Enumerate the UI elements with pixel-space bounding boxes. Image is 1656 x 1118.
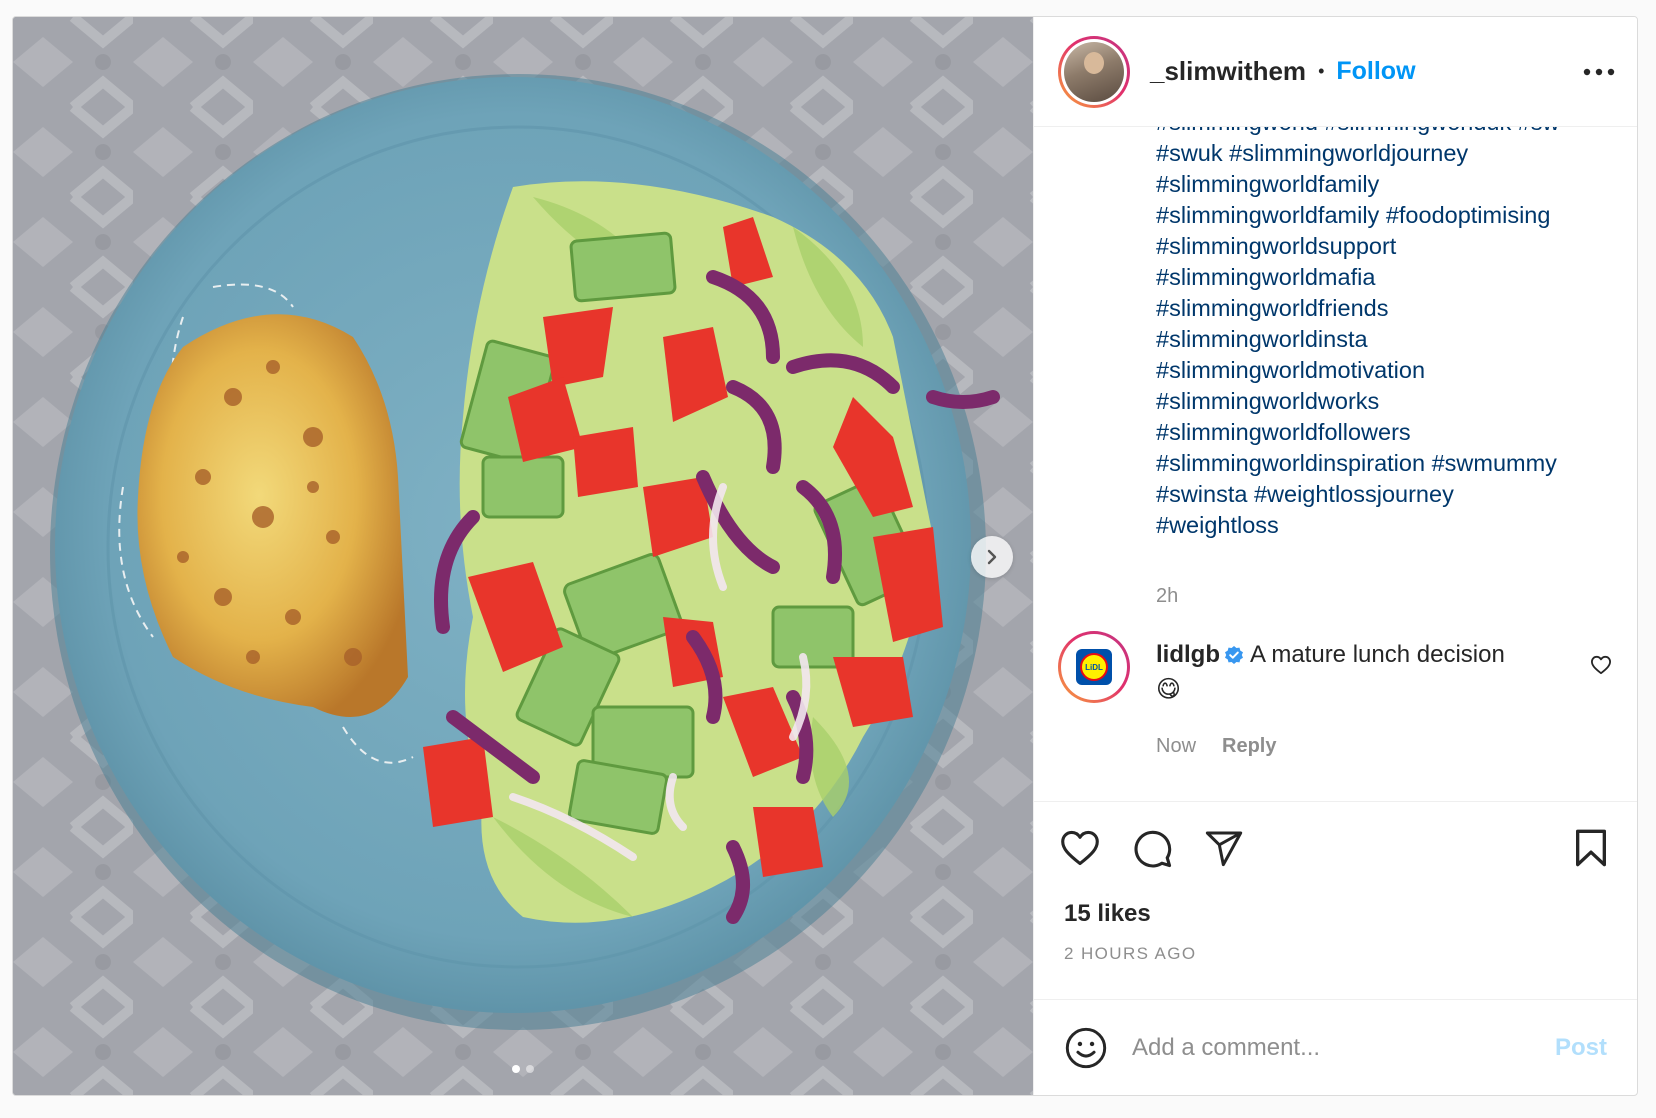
post-photo xyxy=(13,17,1033,1095)
post-side-panel: _slimwithem • Follow #slimmingworld #sli… xyxy=(1033,17,1637,1095)
hashtag-line[interactable]: #slimmingworldfamily xyxy=(1156,169,1626,200)
comment-meta: Now Reply xyxy=(1156,735,1276,758)
next-slide-button[interactable] xyxy=(971,536,1013,578)
likes-count[interactable]: 15 likes xyxy=(1064,900,1151,928)
reply-button[interactable]: Reply xyxy=(1222,735,1276,758)
more-options-button[interactable] xyxy=(1583,63,1615,81)
emoji-picker-button[interactable] xyxy=(1064,1026,1108,1070)
post-media[interactable] xyxy=(13,17,1033,1095)
hashtag-line[interactable]: #swuk #slimmingworldjourney xyxy=(1156,138,1626,169)
save-button[interactable] xyxy=(1565,822,1617,874)
smiley-face-icon xyxy=(1065,1027,1107,1068)
instagram-post: _slimwithem • Follow #slimmingworld #sli… xyxy=(12,16,1638,1096)
author-avatar[interactable] xyxy=(1058,35,1130,108)
carousel-dot xyxy=(526,1065,534,1073)
comment-input[interactable] xyxy=(1132,1033,1555,1062)
hashtag-line[interactable]: #slimmingworldinsta xyxy=(1156,324,1626,355)
post-comment-button[interactable]: Post xyxy=(1555,1034,1607,1062)
hashtag-line[interactable]: #slimmingworldmotivation xyxy=(1156,355,1626,386)
post-header: _slimwithem • Follow xyxy=(1034,17,1637,127)
hashtag-line[interactable]: #slimmingworldfollowers xyxy=(1156,417,1626,448)
comment-emoji: 😋 xyxy=(1156,676,1182,703)
header-separator: • xyxy=(1318,61,1325,81)
post-caption: #slimmingworld #slimmingworlduk #sw #swu… xyxy=(1156,127,1626,541)
author-avatar-image xyxy=(1064,41,1124,102)
hashtag-line[interactable]: #slimmingworld #slimmingworlduk #sw xyxy=(1156,127,1626,138)
commenter-avatar[interactable]: LiDL xyxy=(1058,631,1130,703)
hashtag-line[interactable]: #slimmingworldworks xyxy=(1156,386,1626,417)
hashtag-line[interactable]: #swinsta #weightlossjourney xyxy=(1156,479,1626,510)
add-comment-bar: Post xyxy=(1034,999,1637,1095)
commenter-username[interactable]: lidlgb xyxy=(1156,641,1220,668)
lidl-logo-text: LiDL xyxy=(1080,653,1108,681)
comment-time[interactable]: Now xyxy=(1156,735,1196,758)
paper-plane-icon xyxy=(1205,831,1243,867)
bookmark-icon xyxy=(1575,829,1606,867)
caption-timestamp[interactable]: 2h xyxy=(1156,585,1178,608)
comment-like-button[interactable] xyxy=(1590,655,1612,680)
carousel-indicators xyxy=(13,1065,1033,1073)
comment-text: lidlgb A mature lunch decision 😋 xyxy=(1156,639,1556,706)
verified-badge-icon xyxy=(1224,642,1244,674)
post-actions: 15 likes 2 HOURS AGO xyxy=(1034,801,1637,999)
hashtag-line[interactable]: #slimmingworldfamily #foodoptimising xyxy=(1156,200,1626,231)
heart-outline-icon xyxy=(1590,655,1611,675)
comment-button[interactable] xyxy=(1126,822,1178,874)
hashtag-line[interactable]: #slimmingworldmafia xyxy=(1156,262,1626,293)
speech-bubble-icon xyxy=(1134,830,1172,868)
action-icons xyxy=(1054,822,1617,874)
follow-button[interactable]: Follow xyxy=(1336,57,1415,86)
lidl-logo: LiDL xyxy=(1076,649,1112,685)
chevron-right-icon xyxy=(987,549,997,565)
author-username[interactable]: _slimwithem xyxy=(1150,56,1306,87)
share-button[interactable] xyxy=(1198,822,1250,874)
hashtag-line[interactable]: #slimmingworldfriends xyxy=(1156,293,1626,324)
heart-outline-icon xyxy=(1061,830,1099,866)
hashtag-line[interactable]: #slimmingworldinspiration #swmummy xyxy=(1156,448,1626,479)
carousel-dot-active xyxy=(512,1065,520,1073)
post-timestamp[interactable]: 2 HOURS AGO xyxy=(1064,944,1197,964)
like-button[interactable] xyxy=(1054,822,1106,874)
comments-section[interactable]: #slimmingworld #slimmingworlduk #sw #swu… xyxy=(1034,127,1637,801)
comment-body: A mature lunch decision xyxy=(1249,641,1505,668)
hashtag-line[interactable]: #weightloss xyxy=(1156,510,1626,541)
more-horizontal-icon xyxy=(1583,68,1615,75)
hashtag-line[interactable]: #slimmingworldsupport xyxy=(1156,231,1626,262)
